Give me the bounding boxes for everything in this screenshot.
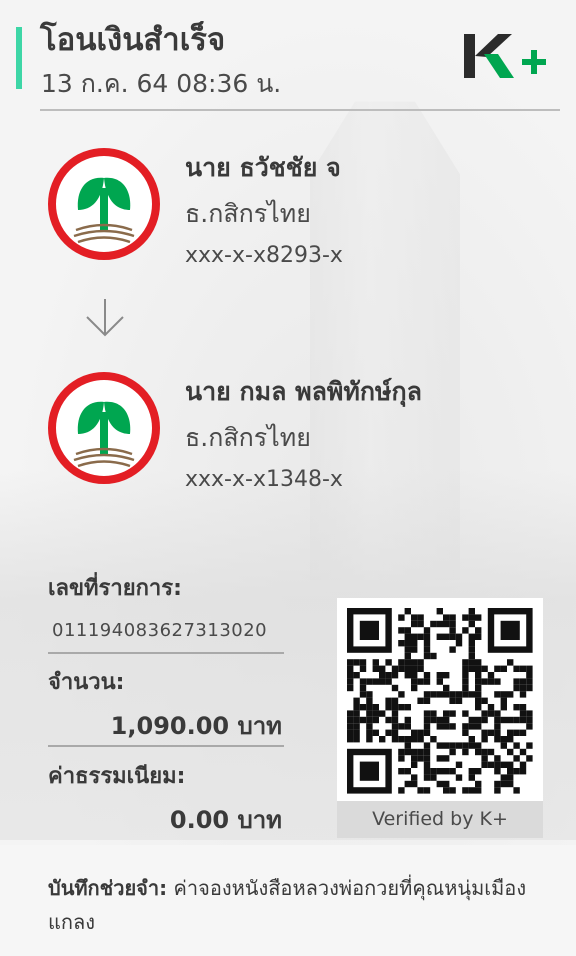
receiver-block: นาย กมล พลพิทักษ์กุล ธ.กสิกรไทย xxx-x-x1…: [48, 372, 548, 492]
receiver-account: xxx-x-x1348-x: [185, 467, 343, 492]
sender-block: นาย ธวัชชัย จ ธ.กสิกรไทย xxx-x-x8293-x: [48, 148, 548, 268]
receiver-bank: ธ.กสิกรไทย: [185, 423, 311, 452]
transfer-slip: โอนเงินสำเร็จ 13 ก.ค. 64 08:36 น. นาย ธว…: [0, 0, 576, 956]
header-divider: [40, 109, 560, 111]
memo-section: บันทึกช่วยจำ: ค่าจองหนังสือหลวงพ่อกวยที่…: [0, 845, 576, 956]
kbank-logo-icon: [48, 372, 160, 484]
amount-label: จำนวน:: [48, 670, 125, 695]
memo-label: บันทึกช่วยจำ:: [48, 876, 168, 900]
reference-number: 011194083627313020: [52, 620, 268, 641]
memo-text-block: บันทึกช่วยจำ: ค่าจองหนังสือหลวงพ่อกวยที่…: [48, 871, 538, 939]
slip-header: โอนเงินสำเร็จ 13 ก.ค. 64 08:36 น.: [0, 0, 576, 111]
receiver-name: นาย กมล พลพิทักษ์กุล: [185, 377, 422, 406]
reference-label: เลขที่รายการ:: [48, 576, 182, 601]
transaction-datetime: 13 ก.ค. 64 08:36 น.: [41, 69, 282, 98]
details-divider: [48, 745, 284, 747]
sender-bank: ธ.กสิกรไทย: [185, 199, 311, 228]
details-divider: [48, 652, 284, 654]
qr-verification: Verified by K+: [337, 598, 543, 838]
fee-label: ค่าธรรมเนียม:: [48, 764, 186, 789]
verified-label: Verified by K+: [337, 801, 543, 838]
sender-name: นาย ธวัชชัย จ: [185, 153, 341, 182]
page-title: โอนเงินสำเร็จ: [40, 22, 226, 58]
kbank-logo-icon: [48, 148, 160, 260]
arrow-down-icon: [86, 299, 124, 337]
qr-code: [337, 598, 543, 801]
kplus-logo-icon: [464, 34, 546, 78]
sender-account: xxx-x-x8293-x: [185, 243, 343, 268]
accent-bar: [16, 27, 22, 89]
amount-value: 1,090.00 บาท: [110, 712, 282, 740]
fee-value: 0.00 บาท: [169, 806, 282, 834]
